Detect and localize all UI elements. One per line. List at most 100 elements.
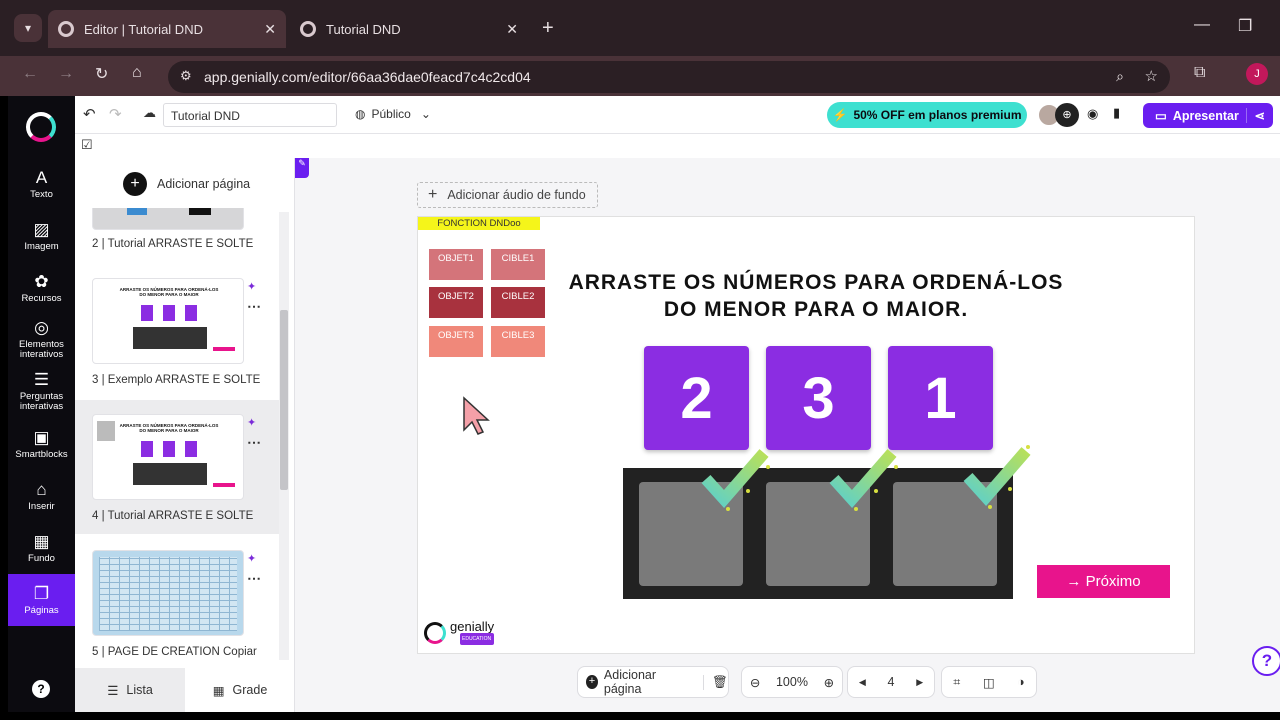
page-thumbnail[interactable]: [92, 550, 244, 636]
present-label: Apresentar: [1172, 108, 1239, 123]
tab-tutorial[interactable]: Tutorial DND ✕: [290, 10, 528, 48]
zoom-out-icon[interactable]: ⊖: [750, 675, 760, 690]
more-options-icon[interactable]: ⋯: [247, 434, 261, 451]
new-tab-button[interactable]: +: [542, 17, 554, 40]
checkmark-icon: [701, 449, 770, 511]
panel-scrollbar[interactable]: [279, 212, 289, 660]
heading-line-2: DO MENOR PARA O MAIOR.: [663, 298, 969, 321]
zoom-level[interactable]: 100%: [776, 675, 808, 689]
prev-page-icon[interactable]: ◀: [859, 677, 866, 688]
zoom-icon[interactable]: ⌕: [1116, 68, 1124, 85]
minimize-icon[interactable]: —: [1194, 16, 1210, 34]
objet1-tag[interactable]: OBJET1: [429, 249, 483, 280]
checkmark-icon: [829, 449, 898, 511]
next-page-icon[interactable]: ▶: [916, 677, 923, 688]
genially-editor: A Texto ▨ Imagem ✿ Recursos ◎ Elementos …: [8, 96, 1280, 712]
url-field[interactable]: ⚙ app.genially.com/editor/66aa36dae0feac…: [168, 61, 1170, 93]
objet3-tag[interactable]: OBJET3: [429, 326, 483, 357]
slide-heading[interactable]: ARRASTE OS NÚMEROS PARA ORDENÁ-LOS DO ME…: [536, 269, 1096, 323]
pages-panel: + Adicionar página 2 | Tutorial ARRASTE …: [75, 158, 295, 712]
number-tile-1[interactable]: 1: [888, 346, 993, 450]
reload-icon[interactable]: ↻: [95, 64, 108, 84]
invite-user-icon[interactable]: ⊕: [1055, 103, 1079, 127]
next-button[interactable]: → Próximo: [1037, 565, 1170, 598]
questions-icon: ☰: [33, 370, 50, 389]
magic-wand-icon[interactable]: ✦: [247, 280, 256, 293]
back-icon[interactable]: ←: [22, 65, 38, 83]
page-thumbnail[interactable]: ARRASTE OS NÚMEROS PARA ORDENÁ-LOS DO ME…: [92, 414, 244, 500]
theme-icon[interactable]: ◑: [1017, 675, 1025, 689]
redo-icon[interactable]: ↷: [109, 105, 122, 123]
profile-avatar[interactable]: J: [1246, 63, 1268, 85]
plus-circle-icon: +: [123, 172, 147, 196]
layout-icon[interactable]: ◫: [983, 675, 995, 690]
project-title-input[interactable]: Tutorial DND: [163, 103, 337, 127]
preview-eye-icon[interactable]: ◉: [1087, 106, 1098, 122]
rail-paginas[interactable]: ❐ Páginas: [8, 574, 75, 626]
grid-guides-icon[interactable]: ⌗: [953, 675, 960, 690]
forward-icon[interactable]: →: [58, 65, 74, 83]
magic-wand-icon[interactable]: ✦: [247, 416, 256, 429]
view-grid-toggle[interactable]: ▦ Grade: [185, 668, 295, 712]
magic-wand-icon[interactable]: ✦: [247, 552, 256, 565]
rail-smartblocks[interactable]: ▣ Smartblocks: [8, 428, 75, 460]
bookmark-star-icon[interactable]: ☆: [1145, 67, 1158, 85]
page-label: 3 | Exemplo ARRASTE E SOLTE: [92, 374, 261, 386]
home-icon[interactable]: ⌂: [132, 64, 142, 82]
tab-close-icon[interactable]: ✕: [506, 21, 518, 38]
view-list-label: Lista: [126, 683, 153, 697]
fonction-tag[interactable]: FONCTION DNDoo: [418, 217, 540, 230]
bottom-add-page-button[interactable]: + Adicionar página 🗑: [577, 666, 729, 698]
plus-icon: +: [428, 186, 438, 203]
url-text: app.genially.com/editor/66aa36dae0feacd7…: [204, 69, 531, 85]
smartblocks-icon: ▣: [33, 428, 50, 447]
restore-icon[interactable]: ❐: [1238, 16, 1252, 36]
premium-promo-button[interactable]: ⚡ 50% OFF em planos premium: [827, 102, 1027, 128]
mouse-cursor-icon: [463, 396, 490, 435]
present-button[interactable]: ▭ Apresentar ⋖: [1143, 103, 1273, 128]
share-icon[interactable]: ⋖: [1245, 108, 1265, 123]
current-page[interactable]: 4: [888, 675, 895, 689]
stats-icon[interactable]: ▮: [1113, 105, 1120, 121]
add-page-button[interactable]: + Adicionar página: [123, 172, 250, 196]
tab-close-icon[interactable]: ✕: [264, 21, 276, 38]
scrollbar-thumb[interactable]: [280, 310, 288, 490]
visibility-dropdown[interactable]: ◍ Público ⌄: [355, 107, 431, 121]
present-icon: ▭: [1155, 109, 1167, 123]
panel-collapse-tab[interactable]: ✎: [295, 158, 309, 178]
rail-label: Inserir: [28, 501, 55, 512]
number-tile-2[interactable]: 2: [644, 346, 749, 450]
help-bubble-icon[interactable]: ?: [1252, 646, 1280, 676]
pages-list: 2 | Tutorial ARRASTE E SOLTE ARRASTE OS …: [75, 208, 293, 668]
tab-editor[interactable]: Editor | Tutorial DND ✕: [48, 10, 286, 48]
heading-line-1: ARRASTE OS NÚMEROS PARA ORDENÁ-LOS: [568, 271, 1064, 294]
more-options-icon[interactable]: ⋯: [247, 298, 261, 315]
zoom-in-icon[interactable]: ⊕: [824, 675, 834, 690]
extensions-icon[interactable]: ⧉: [1194, 64, 1205, 82]
globe-icon: ◍: [355, 107, 366, 121]
help-icon[interactable]: ?: [32, 680, 50, 698]
rail-texto[interactable]: A Texto: [8, 168, 75, 200]
objet2-tag[interactable]: OBJET2: [429, 287, 483, 318]
add-background-audio-button[interactable]: + Adicionar áudio de fundo: [417, 182, 598, 208]
rail-inserir[interactable]: ⌂ Inserir: [8, 480, 75, 512]
cible3-tag[interactable]: CIBLE3: [491, 326, 545, 357]
rail-elementos-interativos[interactable]: ◎ Elementos interativos: [8, 318, 75, 360]
slide-canvas[interactable]: FONCTION DNDoo OBJET1 CIBLE1 OBJET2 CIBL…: [417, 216, 1195, 654]
rail-recursos[interactable]: ✿ Recursos: [8, 272, 75, 304]
view-list-toggle[interactable]: ☰ Lista: [75, 668, 185, 712]
page-thumbnail[interactable]: [92, 208, 244, 230]
tab-search-button[interactable]: ▾: [14, 14, 42, 42]
rail-label: interativos: [19, 349, 64, 360]
checklist-icon[interactable]: ☑: [81, 137, 93, 153]
more-options-icon[interactable]: ⋯: [247, 570, 261, 587]
site-info-icon[interactable]: ⚙: [180, 68, 192, 84]
rail-imagem[interactable]: ▨ Imagem: [8, 220, 75, 252]
number-tile-3[interactable]: 3: [766, 346, 871, 450]
undo-icon[interactable]: ↶: [83, 105, 96, 123]
rail-fundo[interactable]: ▦ Fundo: [8, 532, 75, 564]
rail-perguntas-interativas[interactable]: ☰ Perguntas interativas: [8, 370, 75, 412]
page-thumbnail[interactable]: ARRASTE OS NÚMEROS PARA ORDENÁ-LOS DO ME…: [92, 278, 244, 364]
trash-icon[interactable]: 🗑: [703, 674, 728, 690]
genially-logo[interactable]: [26, 112, 56, 142]
